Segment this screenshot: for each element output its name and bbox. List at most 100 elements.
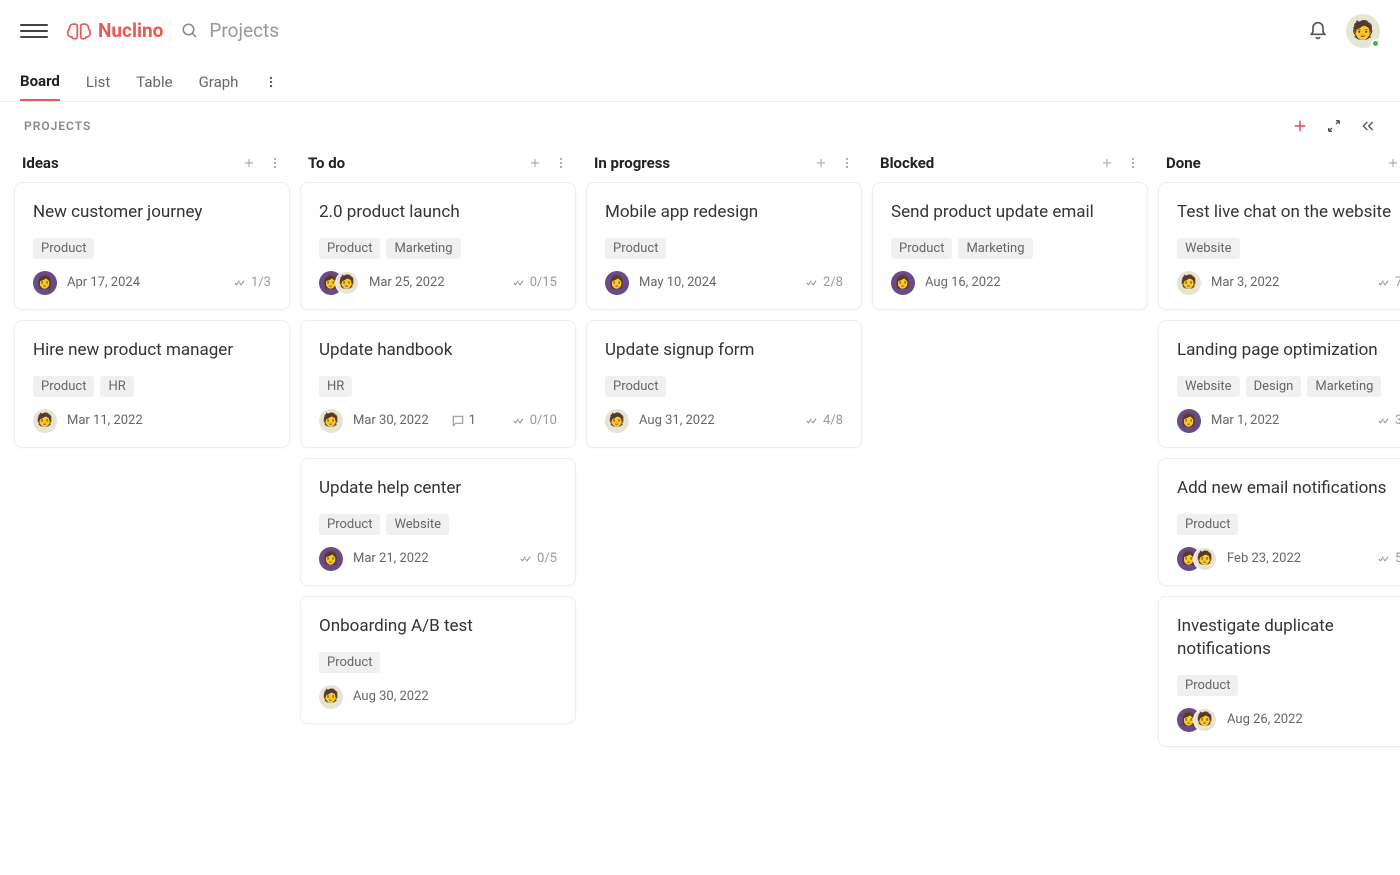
avatar: 🧑 [335,271,359,295]
assignees: 🧑 [1177,271,1201,295]
assignees: 👩 [1177,409,1201,433]
more-vert-icon [554,156,568,170]
column-menu-button[interactable] [268,156,282,170]
more-vert-icon [840,156,854,170]
card-date: Mar 11, 2022 [67,413,143,428]
add-card-button[interactable] [528,156,542,170]
card[interactable]: Add new email notificationsProduct👩🧑Feb … [1158,458,1400,586]
tag-list: Product [605,238,843,259]
card-footer: 👩Mar 21, 20220/5 [319,547,557,571]
card-footer: 🧑 Aug 31, 2022 4/8 [605,409,843,433]
tag-list: Product [1177,675,1400,696]
column-header: Done [1158,148,1400,182]
tab-graph[interactable]: Graph [199,62,239,101]
avatar: 🧑 [1193,708,1217,732]
tag: Website [1177,376,1240,397]
column-header: Ideas [14,148,290,182]
column-title: Blocked [880,154,934,172]
tab-table[interactable]: Table [136,62,172,101]
add-item-button[interactable] [1292,118,1308,134]
add-card-button[interactable] [1386,156,1400,170]
card-title: Add new email notifications [1177,477,1400,500]
user-menu[interactable]: 🧑 [1346,14,1380,48]
checklist-icon [805,414,819,428]
search-icon [181,22,199,40]
card[interactable]: Hire new product managerProductHR🧑Mar 11… [14,320,290,448]
progress: 1/3 [251,275,271,290]
column-header: In progress [586,148,862,182]
add-card-button[interactable] [242,156,256,170]
column-menu-button[interactable] [1126,156,1140,170]
tag: Marketing [386,238,460,259]
card-footer: 👩May 10, 20242/8 [605,271,843,295]
tag: Design [1246,376,1302,397]
assignees: 🧑 [319,409,343,433]
tab-list[interactable]: List [86,62,110,101]
avatar: 🧑 [1193,547,1217,571]
tag: Marketing [1307,376,1381,397]
checklist-icon [1377,276,1391,290]
column: Blocked Send product update email ProductM… [872,148,1148,757]
section-label: PROJECTS [24,119,91,133]
card-title: Send product update email [891,201,1129,224]
avatar: 🧑 [605,409,629,433]
card[interactable]: Send product update email ProductMarketin… [872,182,1148,310]
tag-list: ProductHR [33,376,271,397]
card[interactable]: Update signup formProduct🧑Aug 31, 20224/… [586,320,862,448]
card[interactable]: Update help centerProductWebsite👩Mar 21,… [300,458,576,586]
assignees: 👩🧑 [1177,547,1217,571]
tag-list: ProductMarketing [891,238,1129,259]
tag: HR [319,376,352,397]
column-menu-button[interactable] [554,156,568,170]
avatar: 🧑 [319,685,343,709]
add-card-button[interactable] [1100,156,1114,170]
card-date: Aug 31, 2022 [639,413,715,428]
card[interactable]: Investigate duplicate notificationsProdu… [1158,596,1400,747]
notifications-button[interactable] [1308,21,1328,41]
card-footer: 👩🧑Aug 26, 2022 [1177,708,1400,732]
card-date: Aug 16, 2022 [925,275,1001,290]
avatar: 🧑 [33,409,57,433]
card[interactable]: Update handbookHR🧑Mar 30, 202210/10 [300,320,576,448]
logo-text: Nuclino [98,19,163,42]
tag-list: ProductWebsite [319,514,557,535]
expand-icon [1326,118,1342,134]
tag: Website [386,514,449,535]
assignees: 👩 [891,271,915,295]
column-title: Done [1166,154,1201,172]
card-title: 2.0 product launch [319,201,557,224]
card-footer: 🧑Aug 30, 2022 [319,685,557,709]
view-tabs: Board List Table Graph [0,62,1400,102]
column-menu-button[interactable] [840,156,854,170]
tab-board[interactable]: Board [20,62,60,101]
progress: 5/5 [1395,551,1400,566]
topbar: Nuclino Projects 🧑 [0,0,1400,62]
tag-list: Product [33,238,271,259]
card[interactable]: Landing page optimizationWebsiteDesignMa… [1158,320,1400,448]
card[interactable]: Mobile app redesignProduct👩May 10, 20242… [586,182,862,310]
tag: Product [33,238,94,259]
tag: Website [1177,238,1240,259]
add-card-button[interactable] [814,156,828,170]
column-header: Blocked [872,148,1148,182]
collapse-panel-button[interactable] [1360,118,1376,134]
tabs-more-button[interactable] [264,75,278,89]
card-footer: 👩 Aug 16, 2022 [891,271,1129,295]
assignees: 👩🧑 [1177,708,1217,732]
progress: 4/8 [823,413,843,428]
card-date: Apr 17, 2024 [67,275,140,290]
card[interactable]: Test live chat on the websiteWebsite🧑Mar… [1158,182,1400,310]
column: In progressMobile app redesignProduct👩Ma… [586,148,862,757]
tag: Product [605,238,666,259]
bell-icon [1308,21,1328,41]
assignees: 👩 [319,547,343,571]
card[interactable]: Onboarding A/B testProduct🧑Aug 30, 2022 [300,596,576,724]
expand-button[interactable] [1326,118,1342,134]
menu-button[interactable] [20,17,48,45]
card[interactable]: New customer journeyProduct👩Apr 17, 2024… [14,182,290,310]
card[interactable]: 2.0 product launchProductMarketing👩🧑Mar … [300,182,576,310]
more-vert-icon [268,156,282,170]
logo[interactable]: Nuclino [66,19,163,42]
progress: 2/8 [823,275,843,290]
search-input[interactable]: Projects [181,19,279,42]
